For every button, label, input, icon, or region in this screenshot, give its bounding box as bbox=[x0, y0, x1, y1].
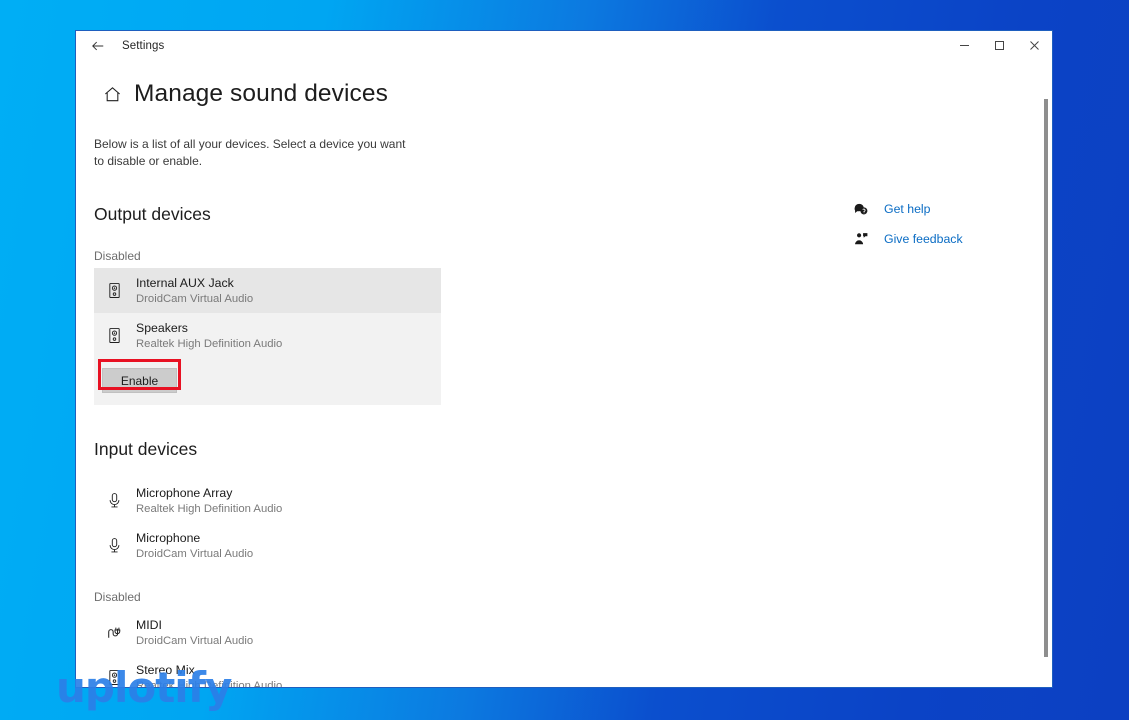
device-subtitle: DroidCam Virtual Audio bbox=[136, 292, 253, 306]
input-device-row-microphone[interactable]: Microphone DroidCam Virtual Audio bbox=[94, 523, 474, 568]
window-titlebar: Settings bbox=[76, 31, 1052, 60]
close-button[interactable] bbox=[1017, 31, 1052, 60]
speaker-icon bbox=[102, 324, 126, 348]
window-title-text: Settings bbox=[122, 40, 164, 52]
device-text: Microphone Array Realtek High Definition… bbox=[136, 486, 282, 516]
output-device-panel: Internal AUX Jack DroidCam Virtual Audio bbox=[94, 268, 441, 405]
content-columns: Below is a list of all your devices. Sel… bbox=[76, 108, 1052, 688]
input-device-row-stereo-mix[interactable]: Stereo Mix Realtek High Definition Audio bbox=[94, 655, 474, 688]
maximize-button[interactable] bbox=[982, 31, 1017, 60]
device-name: Internal AUX Jack bbox=[136, 276, 253, 291]
input-disabled-group-label: Disabled bbox=[94, 590, 474, 604]
device-text: MIDI DroidCam Virtual Audio bbox=[136, 618, 253, 648]
main-column: Below is a list of all your devices. Sel… bbox=[94, 108, 474, 688]
output-device-row-internal-aux-jack[interactable]: Internal AUX Jack DroidCam Virtual Audio bbox=[94, 268, 441, 313]
speaker-icon bbox=[102, 279, 126, 303]
side-links-column: Get help Give feedback bbox=[852, 108, 963, 688]
device-subtitle: Realtek High Definition Audio bbox=[136, 502, 282, 516]
device-name: Stereo Mix bbox=[136, 663, 282, 678]
input-devices-heading: Input devices bbox=[94, 439, 474, 460]
input-disabled-list: MIDI DroidCam Virtual Audio bbox=[94, 610, 474, 688]
vertical-scrollbar[interactable] bbox=[1044, 99, 1048, 657]
help-bubble-icon bbox=[852, 200, 870, 218]
output-disabled-group-label: Disabled bbox=[94, 249, 474, 263]
page-header: Manage sound devices bbox=[76, 60, 1052, 108]
device-subtitle: DroidCam Virtual Audio bbox=[136, 634, 253, 648]
get-help-link[interactable]: Get help bbox=[852, 200, 963, 218]
input-enabled-list: Microphone Array Realtek High Definition… bbox=[94, 478, 474, 568]
device-text: Stereo Mix Realtek High Definition Audio bbox=[136, 663, 282, 689]
midi-plug-icon bbox=[102, 621, 126, 645]
enable-button-wrapper: Enable bbox=[94, 358, 441, 405]
device-text: Speakers Realtek High Definition Audio bbox=[136, 321, 282, 351]
side-link-label: Give feedback bbox=[884, 232, 963, 246]
give-feedback-link[interactable]: Give feedback bbox=[852, 230, 963, 248]
output-device-row-speakers[interactable]: Speakers Realtek High Definition Audio bbox=[94, 313, 441, 358]
device-text: Internal AUX Jack DroidCam Virtual Audio bbox=[136, 276, 253, 306]
minimize-button[interactable] bbox=[947, 31, 982, 60]
input-device-row-midi[interactable]: MIDI DroidCam Virtual Audio bbox=[94, 610, 474, 655]
intro-description: Below is a list of all your devices. Sel… bbox=[94, 136, 414, 170]
desktop-background: uplotify Settings bbox=[0, 0, 1129, 720]
settings-page-body: Manage sound devices Below is a list of … bbox=[76, 60, 1052, 688]
device-subtitle: Realtek High Definition Audio bbox=[136, 679, 282, 689]
page-title: Manage sound devices bbox=[134, 80, 388, 108]
device-text: Microphone DroidCam Virtual Audio bbox=[136, 531, 253, 561]
microphone-icon bbox=[102, 489, 126, 513]
device-name: Microphone Array bbox=[136, 486, 282, 501]
microphone-icon bbox=[102, 534, 126, 558]
enable-button[interactable]: Enable bbox=[102, 368, 177, 393]
home-icon[interactable] bbox=[102, 84, 122, 104]
back-arrow-icon[interactable] bbox=[76, 31, 120, 60]
device-name: Microphone bbox=[136, 531, 253, 546]
window-controls bbox=[947, 31, 1052, 60]
device-subtitle: DroidCam Virtual Audio bbox=[136, 547, 253, 561]
device-name: MIDI bbox=[136, 618, 253, 633]
output-devices-heading: Output devices bbox=[94, 204, 474, 225]
settings-window: Settings bbox=[75, 30, 1053, 688]
device-subtitle: Realtek High Definition Audio bbox=[136, 337, 282, 351]
speaker-icon bbox=[102, 666, 126, 689]
device-name: Speakers bbox=[136, 321, 282, 336]
feedback-person-icon bbox=[852, 230, 870, 248]
input-device-row-microphone-array[interactable]: Microphone Array Realtek High Definition… bbox=[94, 478, 474, 523]
side-link-label: Get help bbox=[884, 202, 931, 216]
